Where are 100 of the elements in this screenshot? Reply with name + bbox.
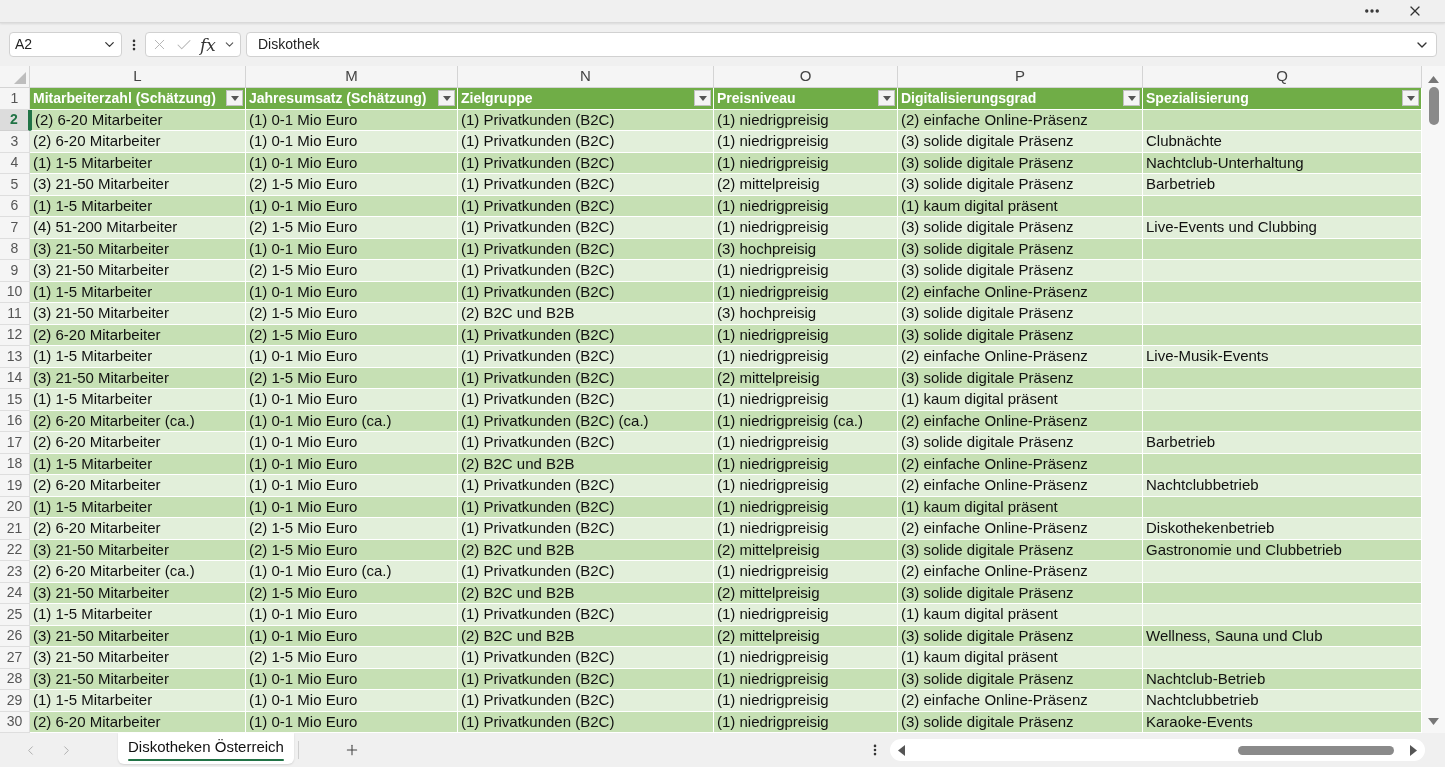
table-cell: (2) B2C und B2B: [458, 303, 714, 325]
table-cell: (3) solide digitale Präsenz: [898, 432, 1143, 454]
row-header[interactable]: 26: [0, 625, 30, 647]
table-cell: (2) 1-5 Mio Euro: [246, 324, 458, 346]
table-cell: (1) kaum digital präsent: [898, 496, 1143, 518]
table-cell: (3) 21-50 Mitarbeiter: [30, 668, 246, 690]
row-header[interactable]: 1: [0, 88, 30, 110]
caret-icon: [1406, 95, 1415, 101]
formula-field[interactable]: Diskothek: [246, 32, 1437, 57]
row-header[interactable]: 6: [0, 195, 30, 217]
table-cell: (1) Privatkunden (B2C): [458, 152, 714, 174]
table-cell: (1) niedrigpreisig: [714, 604, 898, 626]
table-cell: Wellness, Sauna und Club: [1143, 625, 1422, 647]
table-cell: (2) einfache Online-Präsenz: [898, 518, 1143, 540]
name-box[interactable]: A2: [9, 32, 122, 57]
table-cell: (1) Privatkunden (B2C): [458, 604, 714, 626]
table-cell: (2) mittelpreisig: [714, 367, 898, 389]
table-cell: (1) niedrigpreisig: [714, 260, 898, 282]
scroll-left-icon[interactable]: [898, 744, 905, 756]
table-cell: (3) solide digitale Präsenz: [898, 238, 1143, 260]
row-header[interactable]: 14: [0, 367, 30, 389]
row-header[interactable]: 12: [0, 324, 30, 346]
row-header[interactable]: 4: [0, 152, 30, 174]
row-header[interactable]: 27: [0, 647, 30, 669]
row-header[interactable]: 11: [0, 303, 30, 325]
table-cell: (1) niedrigpreisig: [714, 195, 898, 217]
table-cell: (2) einfache Online-Präsenz: [898, 410, 1143, 432]
table-cell: (3) solide digitale Präsenz: [898, 539, 1143, 561]
column-header[interactable]: O: [714, 66, 898, 88]
row-header[interactable]: 9: [0, 260, 30, 282]
sheet-tab[interactable]: Diskotheken Österreich: [118, 733, 294, 764]
row-header[interactable]: 5: [0, 174, 30, 196]
row-header[interactable]: 19: [0, 475, 30, 497]
caret-icon: [882, 95, 891, 101]
table-cell: (1) niedrigpreisig: [714, 561, 898, 583]
scroll-down-icon[interactable]: [1428, 718, 1439, 725]
table-cell: (2) 1-5 Mio Euro: [246, 367, 458, 389]
table-cell: (2) 6-20 Mitarbeiter: [30, 109, 246, 131]
table-cell: (2) mittelpreisig: [714, 625, 898, 647]
row-header[interactable]: 3: [0, 131, 30, 153]
filter-button[interactable]: [438, 90, 455, 107]
filter-button[interactable]: [226, 90, 243, 107]
row-header[interactable]: 13: [0, 346, 30, 368]
table-cell: (2) einfache Online-Präsenz: [898, 346, 1143, 368]
scroll-right-icon[interactable]: [1410, 744, 1417, 756]
table-cell: Live-Musik-Events: [1143, 346, 1422, 368]
table-cell: (1) niedrigpreisig: [714, 453, 898, 475]
table-cell: (3) solide digitale Präsenz: [898, 582, 1143, 604]
table-cell: (1) Privatkunden (B2C): [458, 432, 714, 454]
table-cell: Nachtclub-Unterhaltung: [1143, 152, 1422, 174]
column-header[interactable]: M: [246, 66, 458, 88]
scrollbar-thumb[interactable]: [1238, 745, 1394, 755]
column-header[interactable]: P: [898, 66, 1143, 88]
column-title: Jahresumsatz (Schätzung): [249, 89, 427, 108]
table-cell: (3) solide digitale Präsenz: [898, 367, 1143, 389]
table-cell: (2) 6-20 Mitarbeiter: [30, 518, 246, 540]
table-cell: (3) solide digitale Präsenz: [898, 303, 1143, 325]
filter-button[interactable]: [1123, 90, 1140, 107]
row-header[interactable]: 29: [0, 690, 30, 712]
table-cell: (1) 1-5 Mitarbeiter: [30, 690, 246, 712]
row-header[interactable]: 10: [0, 281, 30, 303]
table-cell: (1) 0-1 Mio Euro: [246, 496, 458, 518]
row-header[interactable]: 16: [0, 410, 30, 432]
table-cell: (1) 0-1 Mio Euro (ca.): [246, 561, 458, 583]
row-header[interactable]: 7: [0, 217, 30, 239]
row-header[interactable]: 23: [0, 561, 30, 583]
row-header[interactable]: 17: [0, 432, 30, 454]
insert-function-button[interactable]: fx: [200, 34, 216, 55]
filter-button[interactable]: [878, 90, 895, 107]
table-cell: (3) solide digitale Präsenz: [898, 131, 1143, 153]
row-header[interactable]: 21: [0, 518, 30, 540]
scrollbar-thumb[interactable]: [1428, 87, 1439, 125]
row-header[interactable]: 15: [0, 389, 30, 411]
table-cell: (1) 0-1 Mio Euro: [246, 453, 458, 475]
column-title: Zielgruppe: [461, 89, 533, 108]
column-header[interactable]: Q: [1143, 66, 1422, 88]
table-cell: Nachtclubbetrieb: [1143, 690, 1422, 712]
row-header[interactable]: 2: [0, 109, 30, 131]
table-cell: (3) hochpreisig: [714, 303, 898, 325]
row-header[interactable]: 8: [0, 238, 30, 260]
row-header[interactable]: 25: [0, 604, 30, 626]
table-cell: (1) niedrigpreisig: [714, 711, 898, 733]
filter-button[interactable]: [694, 90, 711, 107]
row-header[interactable]: 18: [0, 453, 30, 475]
table-cell: (2) 6-20 Mitarbeiter: [30, 324, 246, 346]
row-header[interactable]: 22: [0, 539, 30, 561]
row-header[interactable]: 24: [0, 582, 30, 604]
column-header[interactable]: N: [458, 66, 714, 88]
scroll-up-icon[interactable]: [1428, 76, 1439, 83]
row-header[interactable]: 28: [0, 668, 30, 690]
filter-button[interactable]: [1402, 90, 1419, 107]
table-cell: (1) niedrigpreisig: [714, 346, 898, 368]
table-cell: (1) niedrigpreisig: [714, 690, 898, 712]
table-cell: (1) Privatkunden (B2C): [458, 367, 714, 389]
row-header[interactable]: 20: [0, 496, 30, 518]
row-header[interactable]: 30: [0, 711, 30, 733]
table-cell: (2) 6-20 Mitarbeiter: [30, 131, 246, 153]
column-header[interactable]: L: [30, 66, 246, 88]
table-cell: (3) 21-50 Mitarbeiter: [30, 303, 246, 325]
table-cell: (1) Privatkunden (B2C): [458, 109, 714, 131]
